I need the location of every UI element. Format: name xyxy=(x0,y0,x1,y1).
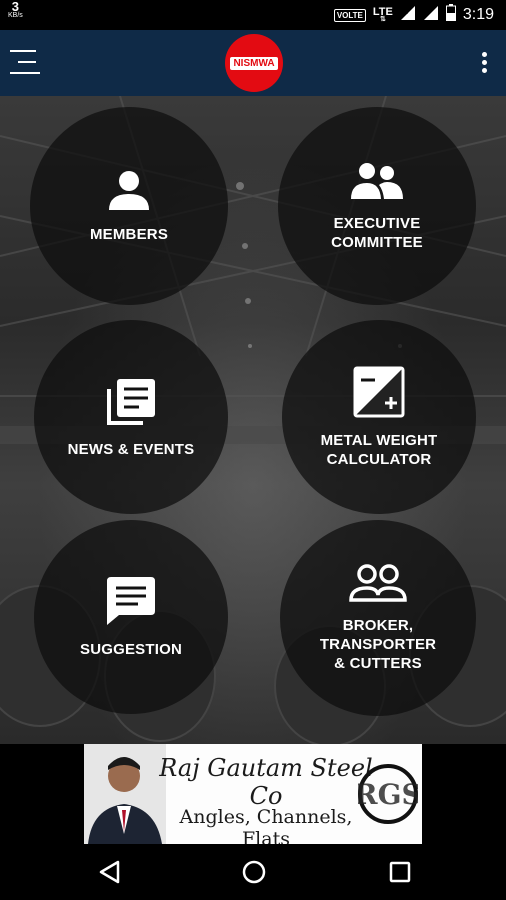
overflow-menu-icon[interactable] xyxy=(480,52,488,76)
tile-metal-weight-calculator-label: METAL WEIGHT CALCULATOR xyxy=(320,431,438,468)
ad-company-name: Raj Gautam Steel Co xyxy=(159,754,373,810)
tile-suggestion-label: SUGGESTION xyxy=(79,641,182,658)
people-outline-icon xyxy=(349,563,407,608)
signal-icon-1: R xyxy=(400,5,416,26)
recents-icon[interactable] xyxy=(386,858,414,886)
net-speed-value: 3 xyxy=(11,0,20,14)
ad-banner[interactable]: Raj Gautam Steel Co Angles, Channels, Fl… xyxy=(84,744,422,844)
battery-icon xyxy=(445,4,456,26)
tile-metal-weight-calculator[interactable]: METAL WEIGHT CALCULATOR xyxy=(282,320,476,514)
tile-news-events-label: NEWS & EVENTS xyxy=(67,441,195,458)
volte-badge: VOLTE xyxy=(333,8,366,22)
tile-executive-committee[interactable]: EXECUTIVE COMMITTEE xyxy=(278,107,476,305)
group-icon xyxy=(350,161,404,206)
back-icon[interactable] xyxy=(96,858,124,886)
tile-news-events[interactable]: NEWS & EVENTS xyxy=(34,320,228,514)
signal-icon-2 xyxy=(423,5,439,26)
calculator-icon xyxy=(353,366,405,423)
chat-message-icon xyxy=(105,575,157,632)
tile-members-label: MEMBERS xyxy=(89,226,169,243)
clock: 3:19 xyxy=(462,6,494,23)
app-logo: NISMWA xyxy=(225,34,283,92)
ad-monogram-logo: RGS xyxy=(354,748,422,840)
logo-text: NISMWA xyxy=(230,56,278,70)
hamburger-menu-icon[interactable] xyxy=(10,50,40,78)
network-speed: 3 KB/s xyxy=(8,0,23,20)
tile-executive-committee-label: EXECUTIVE COMMITTEE xyxy=(331,214,423,251)
tile-broker-transporter-cutters[interactable]: BROKER, TRANSPORTER & CUTTERS xyxy=(280,520,476,716)
person-icon xyxy=(107,168,151,217)
system-nav-bar xyxy=(0,844,506,900)
ad-products: Angles, Channels, Flats xyxy=(179,806,353,844)
tile-suggestion[interactable]: SUGGESTION xyxy=(34,520,228,714)
lte-indicator: LTE ⇅ xyxy=(373,7,393,24)
ad-monogram-text: RGS xyxy=(358,778,418,811)
news-icon xyxy=(105,375,157,432)
app-bar: NISMWA xyxy=(0,30,506,96)
net-speed-unit: KB/s xyxy=(8,12,23,19)
tile-broker-transporter-cutters-label: BROKER, TRANSPORTER & CUTTERS xyxy=(319,617,437,672)
status-bar: 3 KB/s VOLTE LTE ⇅ R 3:19 xyxy=(0,0,506,30)
home-icon[interactable] xyxy=(240,858,268,886)
ad-person-photo xyxy=(84,744,166,844)
roaming-indicator: R xyxy=(403,9,408,16)
tile-members[interactable]: MEMBERS xyxy=(30,107,228,305)
